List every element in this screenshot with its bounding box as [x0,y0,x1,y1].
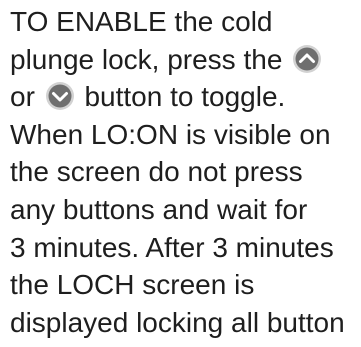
text-line-6: any buttons and wait for [10,193,308,225]
text-line-2-text: plunge lock, press the [10,43,283,75]
text-line-3: or button to toggle. [10,78,361,116]
text-line-2: plunge lock, press the [10,41,361,79]
lock-instructions: TO ENABLE the cold plunge lock, press th… [10,0,361,347]
text-line-1: TO ENABLE the cold [10,6,273,37]
text-line-3-post: button to toggle. [84,81,286,113]
chevron-down-button-icon [45,81,75,111]
text-line-7: 3 minutes. After 3 minutes [10,231,334,263]
text-line-4: When LO:ON is visible on [10,118,331,150]
text-line-5: the screen do not press [10,156,303,188]
text-line-3-pre: or [10,81,35,113]
text-line-9: displayed locking all button [10,306,345,338]
chevron-up-button-icon [292,44,322,74]
text-line-8: the LOCH screen is [10,269,255,301]
